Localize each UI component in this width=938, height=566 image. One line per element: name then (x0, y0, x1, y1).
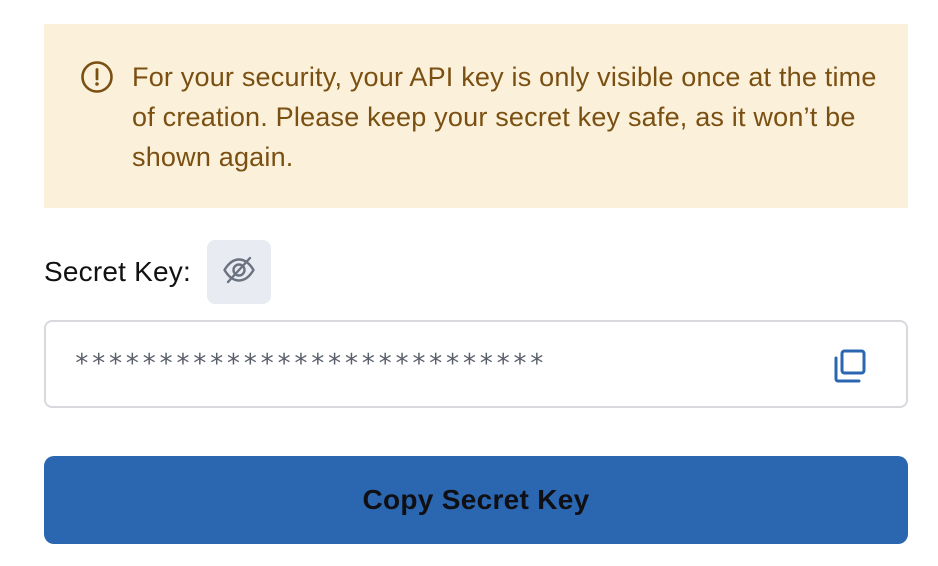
copy-secret-key-button[interactable]: Copy Secret Key (44, 456, 908, 544)
secret-key-panel: For your security, your API key is only … (0, 0, 938, 566)
exclamation-circle-icon (80, 60, 114, 94)
copy-icon[interactable] (832, 348, 868, 384)
toggle-visibility-button[interactable] (206, 240, 271, 304)
security-warning-alert: For your security, your API key is only … (44, 24, 908, 208)
secret-key-field[interactable]: **************************** (44, 320, 908, 408)
eye-off-icon (221, 252, 257, 293)
secret-key-label: Secret Key: (44, 256, 191, 287)
secret-key-value: **************************** (74, 349, 546, 379)
security-warning-text: For your security, your API key is only … (132, 62, 877, 172)
secret-key-label-row: Secret Key: (44, 240, 271, 304)
